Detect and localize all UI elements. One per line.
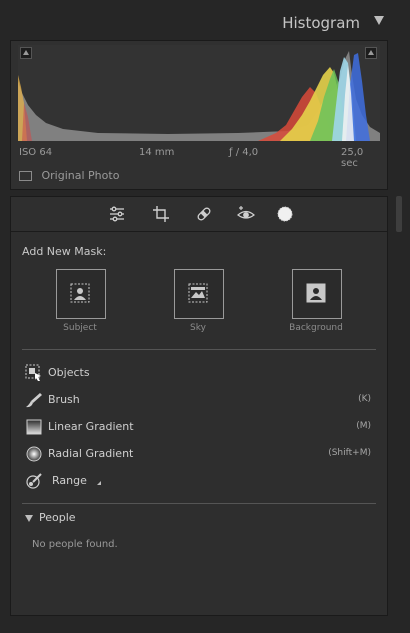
radial-gradient-shortcut: (Shift+M) xyxy=(328,448,371,458)
histogram-header[interactable]: Histogram xyxy=(10,8,388,36)
objects-tool[interactable]: Objects xyxy=(25,363,375,383)
linear-gradient-shortcut: (M) xyxy=(356,421,371,431)
brush-shortcut: (K) xyxy=(358,394,371,404)
sky-label: Sky xyxy=(190,323,206,333)
linear-gradient-icon xyxy=(25,418,43,436)
brush-tool[interactable]: Brush (K) xyxy=(25,390,375,410)
brush-icon xyxy=(25,391,43,409)
people-empty-message: No people found. xyxy=(32,539,118,550)
objects-icon xyxy=(25,364,43,382)
objects-label: Objects xyxy=(48,366,90,379)
linear-gradient-tool[interactable]: Linear Gradient (M) xyxy=(25,417,375,437)
exif-info: ISO 64 14 mm ƒ / 4,0 25,0 sec xyxy=(19,145,379,169)
histogram-title: Histogram xyxy=(282,14,360,32)
expand-triangle-icon xyxy=(25,514,33,522)
range-label: Range xyxy=(52,474,87,487)
red-eye-icon[interactable] xyxy=(236,204,256,224)
people-section-header[interactable]: People xyxy=(25,511,76,524)
photo-frame-icon xyxy=(19,171,32,181)
panel-scrollbar[interactable] xyxy=(396,196,402,232)
original-photo-toggle[interactable]: Original Photo xyxy=(19,169,119,185)
range-icon xyxy=(25,472,43,490)
subject-label: Subject xyxy=(63,323,97,333)
edit-toolbar xyxy=(11,197,387,232)
healing-icon[interactable] xyxy=(194,204,214,224)
radial-gradient-icon xyxy=(25,445,43,463)
sky-mask-button[interactable] xyxy=(174,269,224,319)
divider xyxy=(22,349,376,350)
original-photo-label: Original Photo xyxy=(41,169,120,182)
divider xyxy=(22,503,376,504)
background-label: Background xyxy=(289,323,343,333)
histogram-panel: ISO 64 14 mm ƒ / 4,0 25,0 sec Original P… xyxy=(10,40,388,190)
linear-gradient-label: Linear Gradient xyxy=(48,420,134,433)
background-mask-button[interactable] xyxy=(292,269,342,319)
range-tool[interactable]: Range xyxy=(25,471,375,491)
subject-mask-button[interactable] xyxy=(56,269,106,319)
subject-icon xyxy=(70,283,90,303)
crop-icon[interactable] xyxy=(151,204,171,224)
lightroom-right-panel: Histogram ISO 64 14 mm ƒ / 4,0 25,0 sec … xyxy=(0,0,410,633)
highlight-clipping-icon[interactable] xyxy=(365,47,377,59)
sky-icon xyxy=(188,283,208,303)
collapse-triangle-icon[interactable] xyxy=(374,16,384,25)
iso-value: ISO 64 xyxy=(19,147,53,158)
edit-sliders-icon[interactable] xyxy=(107,204,127,224)
masking-panel: Add New Mask: Subject Sky Background Obj… xyxy=(10,196,388,616)
radial-gradient-tool[interactable]: Radial Gradient (Shift+M) xyxy=(25,444,375,464)
aperture-value: ƒ / 4,0 xyxy=(229,147,259,158)
histogram-graph[interactable] xyxy=(18,45,380,141)
radial-gradient-label: Radial Gradient xyxy=(48,447,134,460)
masking-icon[interactable] xyxy=(275,204,295,224)
brush-label: Brush xyxy=(48,393,80,406)
histogram-curves xyxy=(18,45,380,141)
focal-length-value: 14 mm xyxy=(139,147,175,158)
range-dropdown-icon[interactable] xyxy=(97,481,101,485)
people-title: People xyxy=(39,511,76,524)
background-icon xyxy=(306,283,326,303)
shadow-clipping-icon[interactable] xyxy=(20,47,32,59)
add-new-mask-title: Add New Mask: xyxy=(22,245,107,258)
shutter-value: 25,0 sec xyxy=(341,147,364,169)
